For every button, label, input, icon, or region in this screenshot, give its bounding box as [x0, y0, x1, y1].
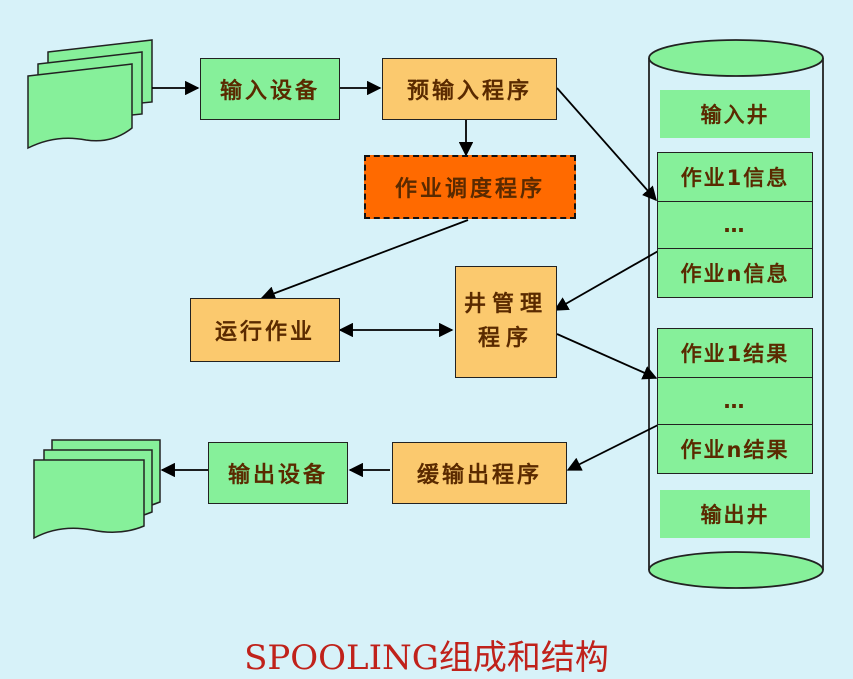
- pre-input-program-box: 预输入程序: [382, 58, 557, 120]
- job-result-ellipsis-cell: …: [657, 377, 813, 425]
- input-well-label: 输入井: [660, 90, 810, 138]
- output-device-box: 输出设备: [208, 442, 348, 504]
- run-job-box: 运行作业: [190, 298, 340, 362]
- well-manager-label-line1: 井管理: [463, 292, 548, 317]
- input-device-box: 输入设备: [200, 58, 340, 120]
- input-documents-icon: [27, 39, 153, 150]
- job-result-n-cell: 作业n结果: [657, 424, 813, 474]
- arrow-job-result-to-buffered-output: [566, 423, 661, 471]
- job-info-n-cell: 作业n信息: [657, 248, 813, 298]
- well-manager-label-line2: 程序: [477, 326, 534, 351]
- arrow-job-info-to-well-manager: [553, 249, 661, 311]
- arrow-scheduler-to-run-job: [260, 219, 469, 301]
- job-info-1-cell: 作业1信息: [657, 152, 813, 202]
- diagram-caption: SPOOLING组成和结构: [244, 638, 609, 678]
- output-well-label: 输出井: [660, 490, 810, 538]
- job-scheduler-box: 作业调度程序: [364, 155, 576, 219]
- job-result-1-cell: 作业1结果: [657, 328, 813, 378]
- job-info-ellipsis-cell: …: [657, 201, 813, 249]
- arrow-well-manager-to-job-result: [556, 333, 658, 380]
- buffered-output-program-box: 缓输出程序: [392, 442, 567, 504]
- well-manager-box: 井管理 程序: [455, 266, 557, 378]
- output-documents-icon: [33, 439, 161, 540]
